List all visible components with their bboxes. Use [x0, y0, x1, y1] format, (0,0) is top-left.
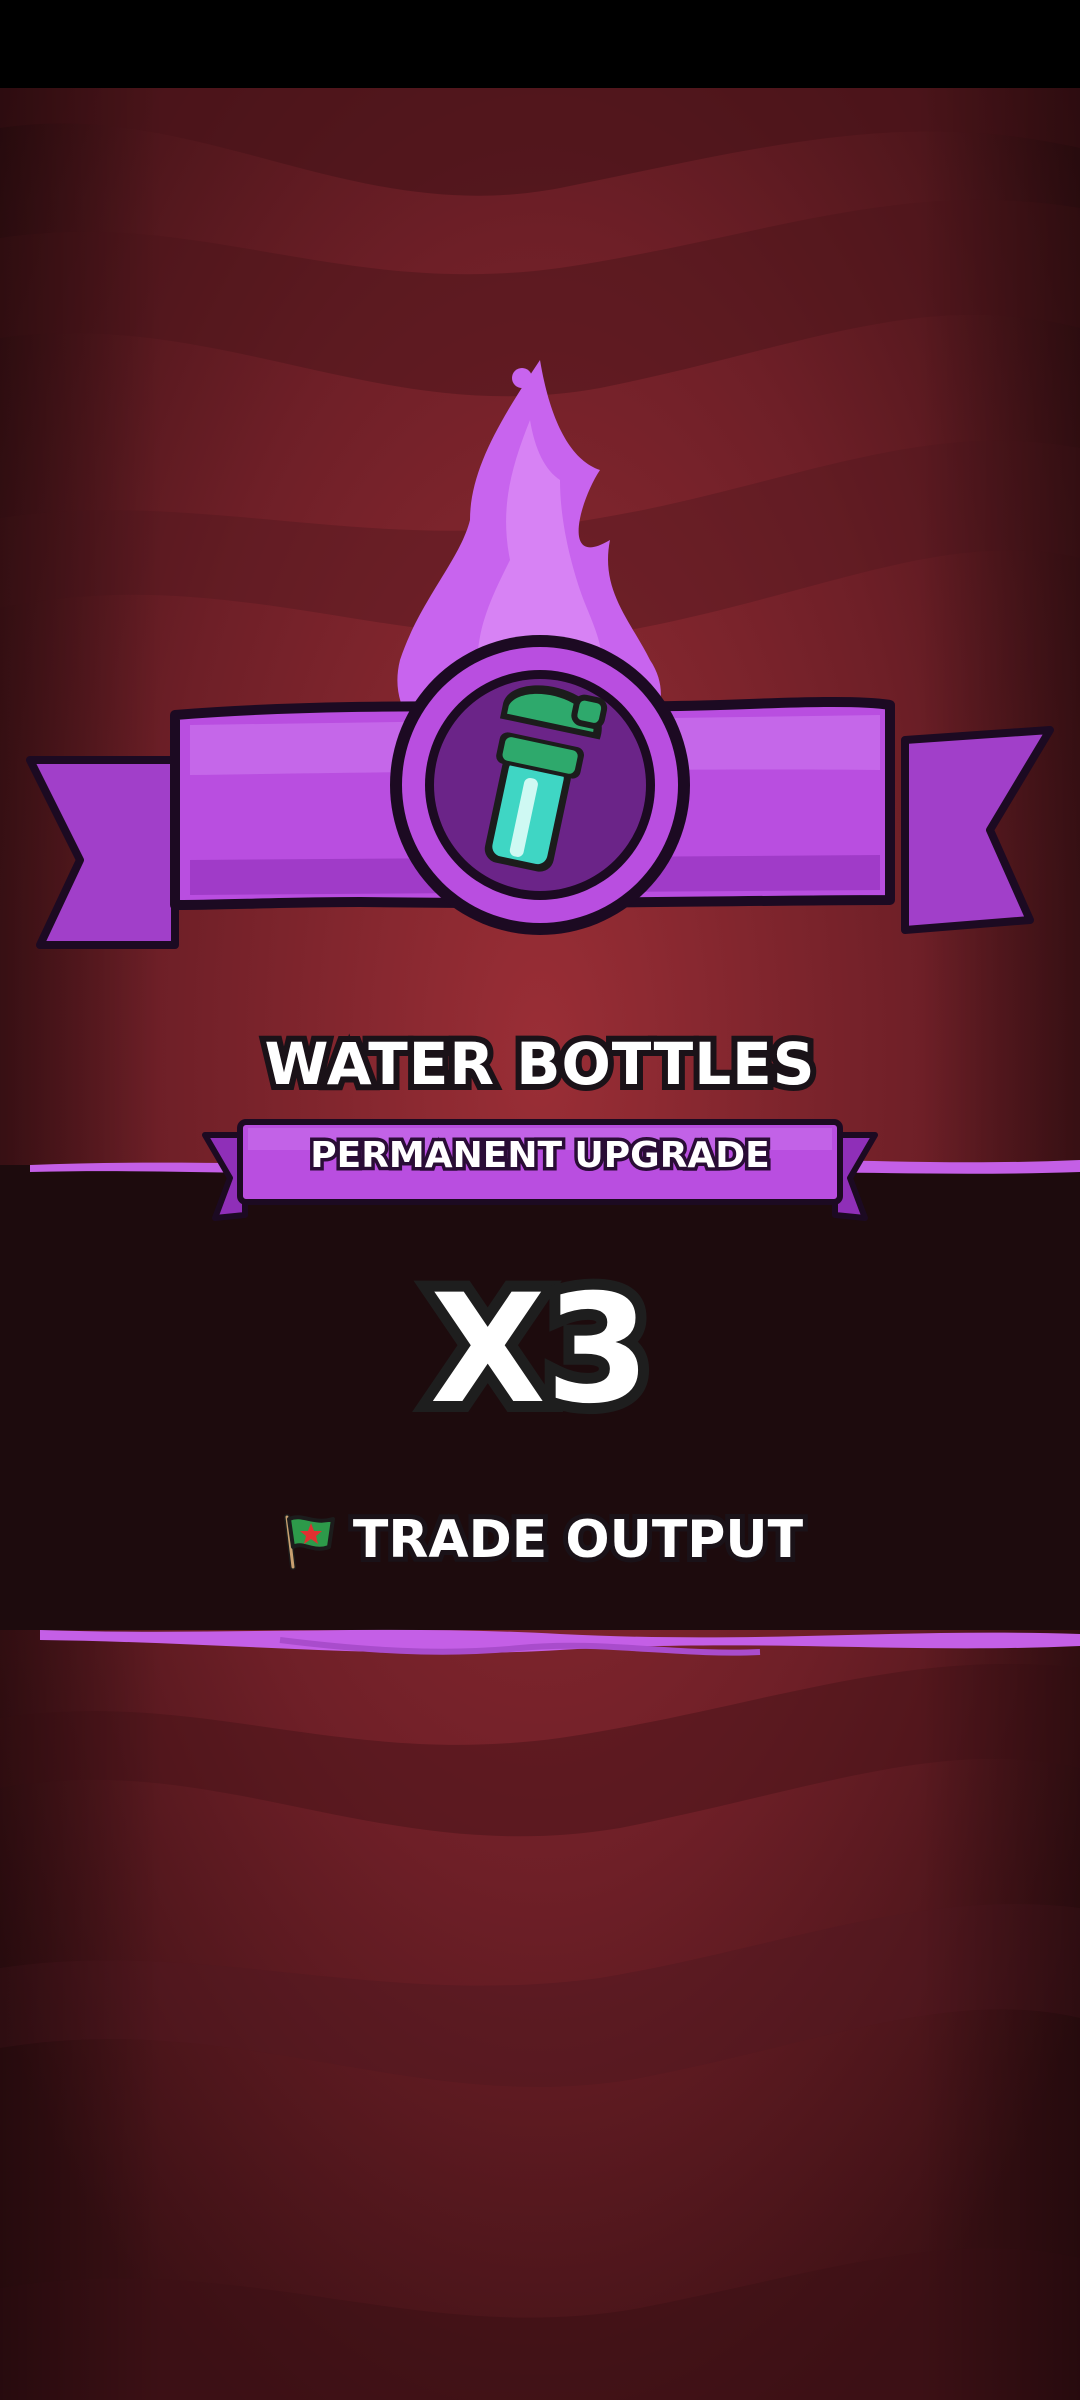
- multiplier-value: X3: [419, 1254, 661, 1446]
- effect-row: TRADE OUTPUT: [0, 1505, 1080, 1575]
- effect-label: TRADE OUTPUT: [348, 1505, 808, 1575]
- reward-panel: [0, 360, 1080, 1656]
- flag-icon: [283, 1514, 335, 1570]
- upgrade-reward-screen[interactable]: WATER BOTTLES PERMANENT UPGRADE X3 TRADE…: [0, 0, 1080, 2400]
- upgrade-type-label: PERMANENT UPGRADE: [307, 1132, 774, 1180]
- item-name: WATER BOTTLES: [258, 1024, 820, 1104]
